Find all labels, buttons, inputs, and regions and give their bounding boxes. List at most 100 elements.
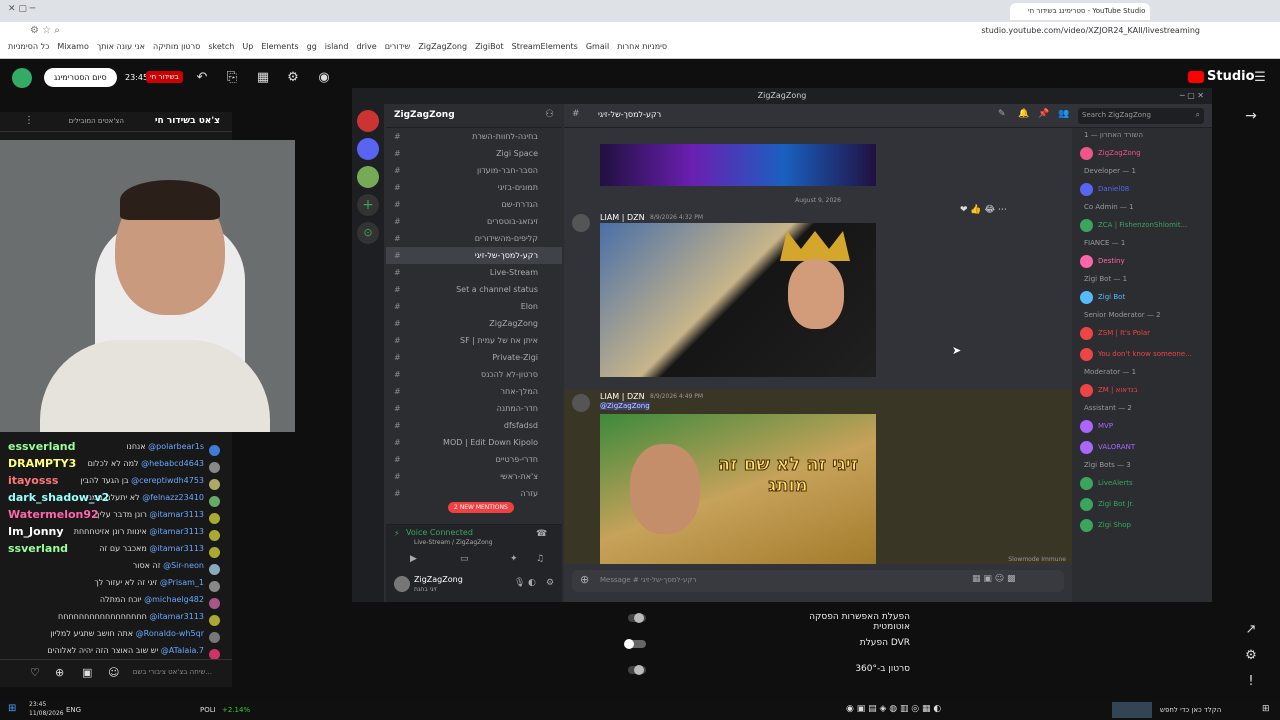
chat-message[interactable]: יוכח המתלה @michaelg482	[0, 595, 232, 612]
emoji-icon[interactable]: ☺	[108, 666, 119, 679]
channel-item[interactable]: Elon #	[386, 298, 562, 315]
chat-title[interactable]: צ'אט בשידור חי	[155, 116, 220, 126]
chat-message[interactable]: זה אסור @Sir-neon	[0, 561, 232, 578]
calendar-icon[interactable]: ▦	[255, 70, 271, 86]
super-chat-icon[interactable]: ⊕	[55, 666, 64, 679]
channel-avatar[interactable]	[12, 68, 32, 88]
message-author[interactable]: LIAM | DZN	[600, 213, 645, 222]
bookmark-item[interactable]: Gmail	[586, 42, 609, 51]
voice-connected-label[interactable]: Voice Connected	[406, 528, 473, 537]
bookmark-item[interactable]: סרטון מותיקה	[153, 42, 200, 51]
search-input[interactable]: Search ZigZagZong	[1082, 111, 1151, 119]
channel-item[interactable]: תמונים-בזיגי #	[386, 179, 562, 196]
chat-message[interactable]: זיגי זה לא יעזור לך @Prisam_1	[0, 578, 232, 595]
taskbar-search[interactable]: הקלד כאן כדי לחפש	[1160, 706, 1221, 714]
chat-username[interactable]: @felnazz23410	[142, 493, 204, 502]
reaction-icons[interactable]: ❤ 👍 😂 ⋯	[960, 205, 1007, 215]
server-icon[interactable]	[357, 110, 379, 132]
activity-icon[interactable]: ✦	[510, 554, 518, 564]
pins-icon[interactable]: 📌	[1038, 109, 1049, 119]
chat-username[interactable]: @itamar3113	[149, 527, 204, 536]
share-icon[interactable]: ↶	[194, 70, 210, 86]
add-member-icon[interactable]: ⚇	[545, 109, 554, 120]
address-bar[interactable]: studio.youtube.com/video/XZJOR24_KAII/li…	[0, 22, 1280, 42]
chat-input[interactable]: שיחה בצ'אט ציבורי בשם...	[133, 668, 212, 676]
bookmark-item[interactable]: sketch	[208, 42, 234, 51]
heart-icon[interactable]: ♡	[30, 666, 40, 679]
chat-avatar[interactable]	[209, 445, 220, 456]
menu-grid-icon[interactable]: ☰	[1252, 70, 1268, 86]
more-options-icon[interactable]: ⋮	[24, 115, 34, 126]
bookmark-item[interactable]: drive	[356, 42, 376, 51]
settings-icon[interactable]: ⚙	[285, 70, 301, 86]
author-avatar[interactable]	[572, 394, 590, 412]
gear-icon[interactable]: ⚙	[1243, 648, 1259, 664]
top-chat-selector[interactable]: הצ'אטים המובילים	[69, 117, 124, 125]
chat-username[interactable]: @itamar3113	[149, 510, 204, 519]
channel-item[interactable]: Set a channel status #	[386, 281, 562, 298]
bookmark-item[interactable]: island	[325, 42, 349, 51]
channel-item[interactable]: SF | איתן אח של עמית #	[386, 332, 562, 349]
author-avatar[interactable]	[572, 214, 590, 232]
server-icon[interactable]	[357, 138, 379, 160]
expand-icon[interactable]: ↗	[1243, 622, 1259, 638]
bookmark-item[interactable]: Mixamo	[57, 42, 88, 51]
setting-toggle[interactable]	[624, 639, 646, 649]
setting-toggle[interactable]	[628, 613, 646, 623]
member-item[interactable]: Destiny	[1072, 251, 1212, 272]
window-controls[interactable]: ✕ ▢ ─	[8, 4, 35, 14]
channel-item[interactable]: הסבר-חבר-מועדון #	[386, 162, 562, 179]
channel-item[interactable]: סרטון-לא להכנס #	[386, 366, 562, 383]
message-author[interactable]: LIAM | DZN	[600, 392, 645, 401]
member-item[interactable]: LiveAlerts	[1072, 473, 1212, 494]
channel-item[interactable]: Private-Zigi #	[386, 349, 562, 366]
channel-item[interactable]: רקע-למסך-של-זיגי #	[386, 247, 562, 264]
taskbar-thumbnail[interactable]	[1112, 702, 1152, 718]
member-item[interactable]: ZM | בנדאוא	[1072, 380, 1212, 401]
bookmark-item[interactable]: gg	[307, 42, 317, 51]
user-avatar[interactable]	[394, 576, 410, 592]
channel-item[interactable]: Live-Stream #	[386, 264, 562, 281]
chat-username[interactable]: @itamar3113	[149, 612, 204, 621]
chat-avatar[interactable]	[209, 479, 220, 490]
chat-avatar[interactable]	[209, 564, 220, 575]
channel-item[interactable]: קליפים-מהשידורים #	[386, 230, 562, 247]
chat-username[interactable]: @polarbear1s	[148, 442, 204, 451]
member-item[interactable]: You don't know someone...	[1072, 344, 1212, 365]
channel-item[interactable]: הגדרת-שם #	[386, 196, 562, 213]
chat-message[interactable]: אתה חושב שתגיע למליון @Ronaldo-wh5qr	[0, 629, 232, 646]
bookmark-item[interactable]: ZigiBot	[475, 42, 504, 51]
window-controls-icon[interactable]: ─ ▢ ✕	[1180, 88, 1204, 104]
chat-avatar[interactable]	[209, 513, 220, 524]
channel-category[interactable]: Zigi Space #	[386, 145, 562, 162]
message-input[interactable]: Message # רקע-למסך-של-זיגי	[600, 576, 696, 584]
user-mention[interactable]: @ZigZagZong	[600, 402, 650, 410]
chat-avatar[interactable]	[209, 462, 220, 473]
channel-item[interactable]: חדר-המתנה #	[386, 400, 562, 417]
bookmark-item[interactable]: StreamElements	[512, 42, 578, 51]
member-item[interactable]: Daniel08	[1072, 179, 1212, 200]
channel-item[interactable]: dfsfadsd #	[386, 417, 562, 434]
browser-tab[interactable]: סטרימינג בשידור חי - YouTube Studio	[1010, 3, 1150, 20]
channel-item[interactable]: MOD | Edit Down Kipolo #	[386, 434, 562, 451]
chat-username[interactable]: @cereptiwdh4753	[131, 476, 204, 485]
notifications-icon[interactable]: 🔔	[1018, 109, 1029, 119]
language-indicator[interactable]: ENG	[66, 706, 81, 714]
chat-username[interactable]: @ATalaia.7	[161, 646, 204, 655]
bookmark-icon[interactable]: ⎘	[224, 70, 240, 86]
chat-username[interactable]: @Sir-neon	[163, 561, 204, 570]
channel-item[interactable]: צ'את-ראשי #	[386, 468, 562, 485]
member-item[interactable]: VALORANT	[1072, 437, 1212, 458]
chat-username[interactable]: @itamar3113	[149, 544, 204, 553]
chat-avatar[interactable]	[209, 632, 220, 643]
new-mentions-badge[interactable]: 2 NEW MENTIONS	[448, 502, 514, 513]
chat-username[interactable]: @hebabcd4643	[141, 459, 204, 468]
channel-item[interactable]: בחינה-לחוות-השרת #	[386, 128, 562, 145]
chat-username[interactable]: @michaelg482	[144, 595, 204, 604]
server-icon[interactable]	[357, 166, 379, 188]
member-item[interactable]: ZCA | FishenzonShlomit...	[1072, 215, 1212, 236]
member-item[interactable]: ZigZagZong	[1072, 143, 1212, 164]
bookmark-item[interactable]: שידורים	[385, 42, 411, 51]
chat-avatar[interactable]	[209, 530, 220, 541]
bookmark-item[interactable]: סימניות אחרות	[617, 42, 667, 51]
